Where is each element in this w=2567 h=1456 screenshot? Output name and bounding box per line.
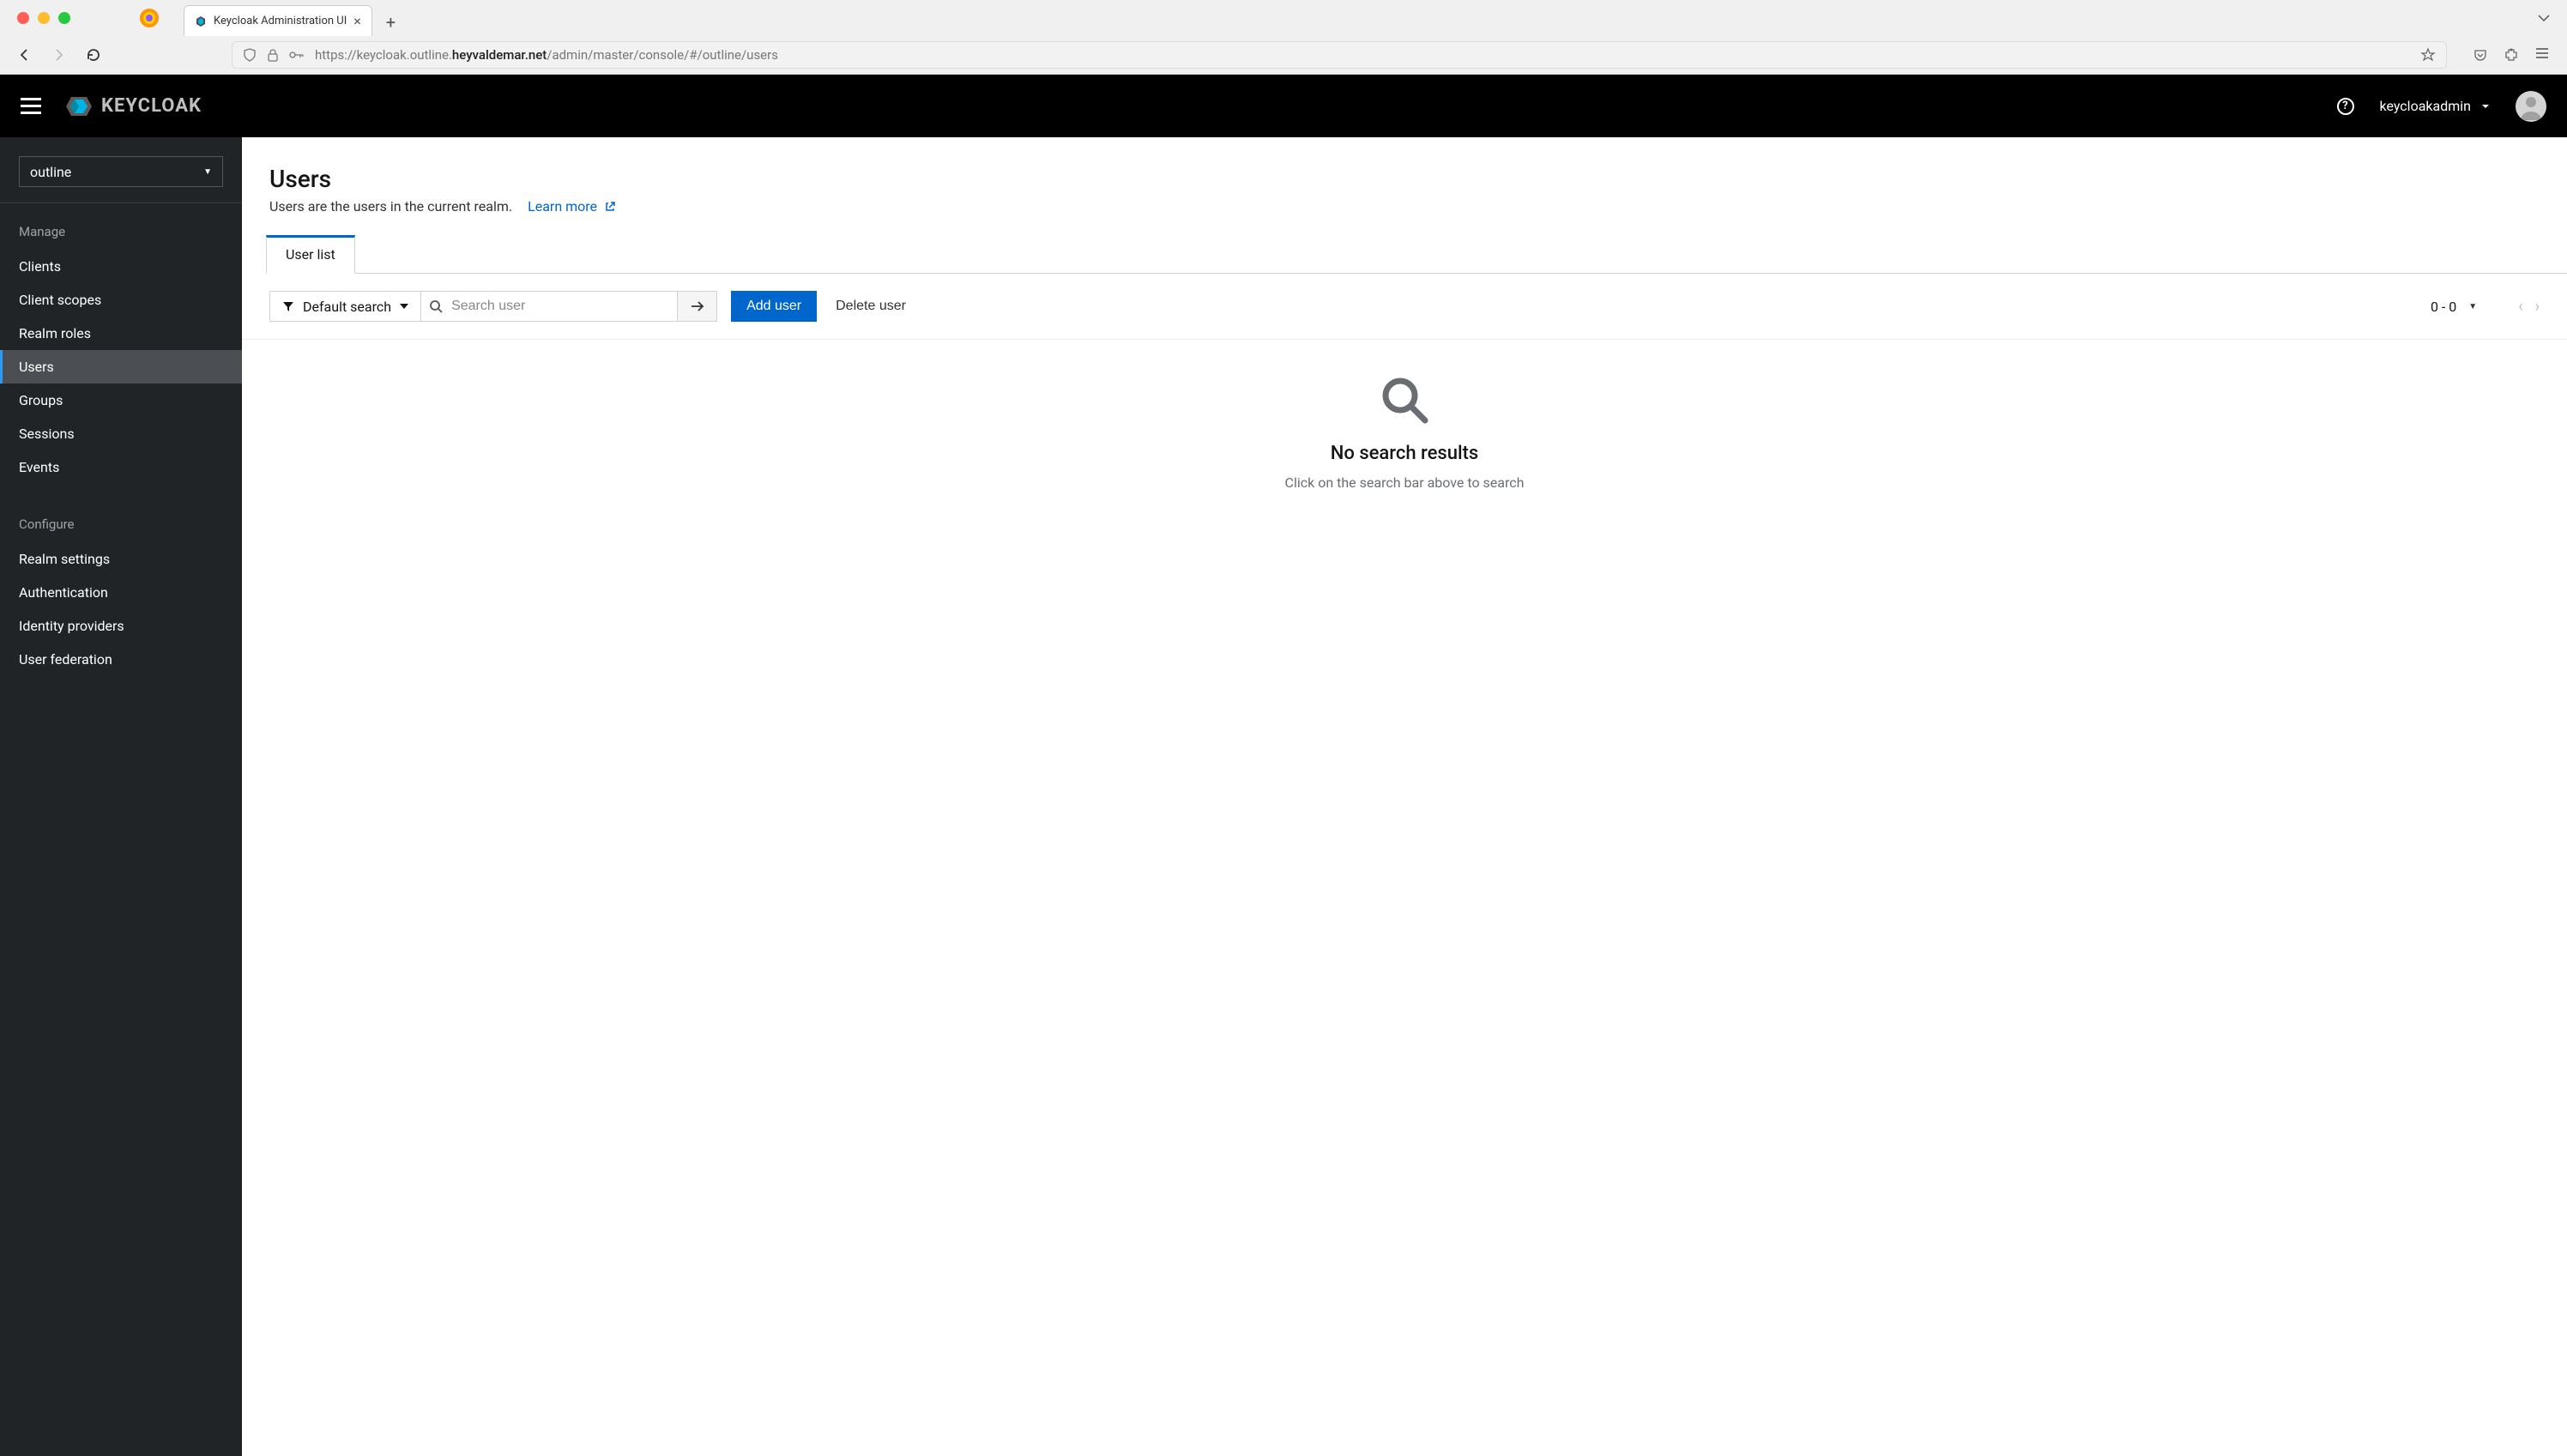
add-user-button[interactable]: Add user bbox=[731, 291, 817, 322]
firefox-icon bbox=[139, 8, 160, 28]
window-maximize-button[interactable] bbox=[58, 12, 70, 24]
caret-down-icon: ▼ bbox=[203, 167, 212, 177]
url-text: https://keycloak.outline.heyvaldemar.net… bbox=[315, 47, 778, 63]
list-tabs-button[interactable] bbox=[2538, 14, 2550, 22]
sidebar-item-identity-providers[interactable]: Identity providers bbox=[0, 609, 242, 643]
sidebar-item-client-scopes[interactable]: Client scopes bbox=[0, 283, 242, 317]
filter-dropdown[interactable]: Default search bbox=[269, 291, 421, 322]
pocket-icon[interactable] bbox=[2473, 47, 2488, 63]
window-close-button[interactable] bbox=[17, 12, 29, 24]
filter-icon bbox=[282, 300, 294, 312]
keycloak-logo-text: KEYCLOAK bbox=[101, 95, 202, 117]
tabs: User list bbox=[266, 235, 2567, 274]
page-title: Users bbox=[269, 165, 2567, 193]
help-button[interactable]: ? bbox=[2337, 98, 2354, 115]
search-input[interactable] bbox=[443, 292, 677, 321]
page-prev-button[interactable]: ‹ bbox=[2518, 298, 2522, 316]
filter-label: Default search bbox=[303, 299, 391, 315]
new-tab-button[interactable]: + bbox=[386, 12, 396, 36]
empty-title: No search results bbox=[242, 443, 2567, 464]
sidebar-item-events[interactable]: Events bbox=[0, 450, 242, 484]
sidebar: outline ▼ Manage Clients Client scopes R… bbox=[0, 137, 242, 1456]
keycloak-logo[interactable]: KEYCLOAK bbox=[63, 94, 202, 118]
sidebar-item-authentication[interactable]: Authentication bbox=[0, 576, 242, 609]
browser-tab[interactable]: Keycloak Administration UI × bbox=[184, 5, 372, 36]
address-row: https://keycloak.outline.heyvaldemar.net… bbox=[0, 36, 2567, 74]
forward-button[interactable] bbox=[51, 47, 69, 63]
sidebar-item-realm-settings[interactable]: Realm settings bbox=[0, 542, 242, 576]
caret-down-icon[interactable]: ▼ bbox=[2468, 302, 2477, 311]
bookmark-star-icon[interactable] bbox=[2420, 47, 2436, 63]
lock-icon bbox=[267, 48, 279, 62]
external-link-icon bbox=[604, 201, 616, 213]
search-submit-button[interactable] bbox=[678, 291, 717, 322]
tab-user-list[interactable]: User list bbox=[266, 235, 355, 274]
arrow-right-icon bbox=[690, 300, 705, 312]
tab-close-icon[interactable]: × bbox=[353, 13, 361, 29]
reload-button[interactable] bbox=[86, 47, 103, 63]
app-menu-icon[interactable] bbox=[2534, 47, 2550, 59]
sidebar-item-groups[interactable]: Groups bbox=[0, 384, 242, 417]
sidebar-item-users[interactable]: Users bbox=[0, 350, 242, 384]
section-manage-label: Manage bbox=[0, 212, 242, 250]
username-label: keycloakadmin bbox=[2380, 98, 2472, 114]
sidebar-item-clients[interactable]: Clients bbox=[0, 250, 242, 283]
extensions-icon[interactable] bbox=[2504, 47, 2519, 63]
toolbar: Default search Add user Delete user 0 - … bbox=[242, 274, 2567, 340]
learn-more-link[interactable]: Learn more bbox=[528, 198, 616, 214]
window-controls: Keycloak Administration UI × + bbox=[0, 0, 2567, 36]
avatar[interactable] bbox=[2516, 91, 2546, 122]
pagination: 0 - 0 ▼ ‹ › bbox=[2431, 298, 2540, 316]
search-icon bbox=[420, 299, 443, 313]
empty-description: Click on the search bar above to search bbox=[242, 474, 2567, 491]
main-content: Users Users are the users in the current… bbox=[242, 137, 2567, 1456]
keycloak-logo-icon bbox=[63, 94, 94, 118]
realm-selector[interactable]: outline ▼ bbox=[19, 156, 223, 187]
divider bbox=[0, 202, 242, 203]
tab-row: Keycloak Administration UI × + bbox=[184, 0, 396, 36]
traffic-lights bbox=[17, 12, 70, 24]
menu-toggle-button[interactable] bbox=[21, 98, 41, 114]
sidebar-item-realm-roles[interactable]: Realm roles bbox=[0, 317, 242, 350]
shield-icon bbox=[243, 48, 257, 62]
address-bar[interactable]: https://keycloak.outline.heyvaldemar.net… bbox=[232, 41, 2447, 69]
page-next-button[interactable]: › bbox=[2535, 298, 2540, 316]
keycloak-favicon-icon bbox=[195, 15, 207, 27]
delete-user-button[interactable]: Delete user bbox=[830, 299, 911, 314]
window-minimize-button[interactable] bbox=[38, 12, 50, 24]
caret-down-icon bbox=[400, 304, 408, 309]
empty-state: No search results Click on the search ba… bbox=[242, 340, 2567, 491]
key-icon bbox=[289, 51, 305, 59]
search-input-wrap bbox=[420, 291, 678, 322]
tab-title: Keycloak Administration UI bbox=[214, 15, 347, 27]
sidebar-item-sessions[interactable]: Sessions bbox=[0, 417, 242, 450]
user-dropdown[interactable]: keycloakadmin bbox=[2380, 98, 2491, 114]
pager-range: 0 - 0 bbox=[2431, 299, 2456, 315]
search-large-icon bbox=[242, 374, 2567, 426]
realm-name: outline bbox=[30, 164, 71, 180]
browser-chrome: Keycloak Administration UI × + https://k… bbox=[0, 0, 2567, 75]
page-description: Users are the users in the current realm… bbox=[269, 198, 2567, 214]
caret-down-icon bbox=[2481, 104, 2490, 109]
back-button[interactable] bbox=[17, 47, 34, 63]
section-configure-label: Configure bbox=[0, 504, 242, 542]
app-header: KEYCLOAK ? keycloakadmin bbox=[0, 75, 2567, 137]
sidebar-item-user-federation[interactable]: User federation bbox=[0, 643, 242, 676]
